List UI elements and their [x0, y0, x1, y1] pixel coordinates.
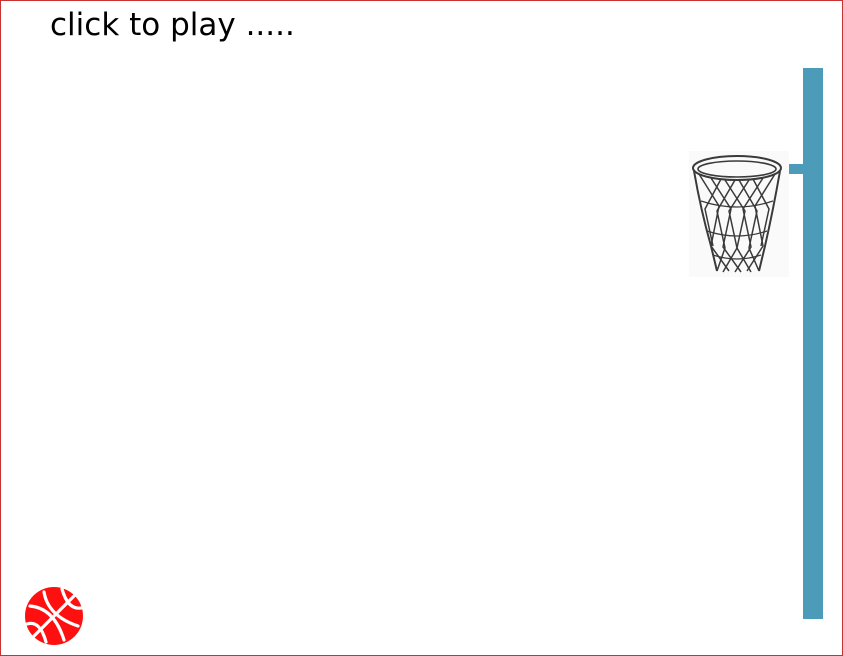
game-canvas[interactable]: click to play .....: [0, 0, 843, 656]
hoop-pole: [803, 68, 823, 619]
click-to-play-text: click to play .....: [50, 7, 295, 43]
basketball-icon[interactable]: [24, 586, 84, 646]
basketball-hoop-icon: [689, 151, 789, 277]
